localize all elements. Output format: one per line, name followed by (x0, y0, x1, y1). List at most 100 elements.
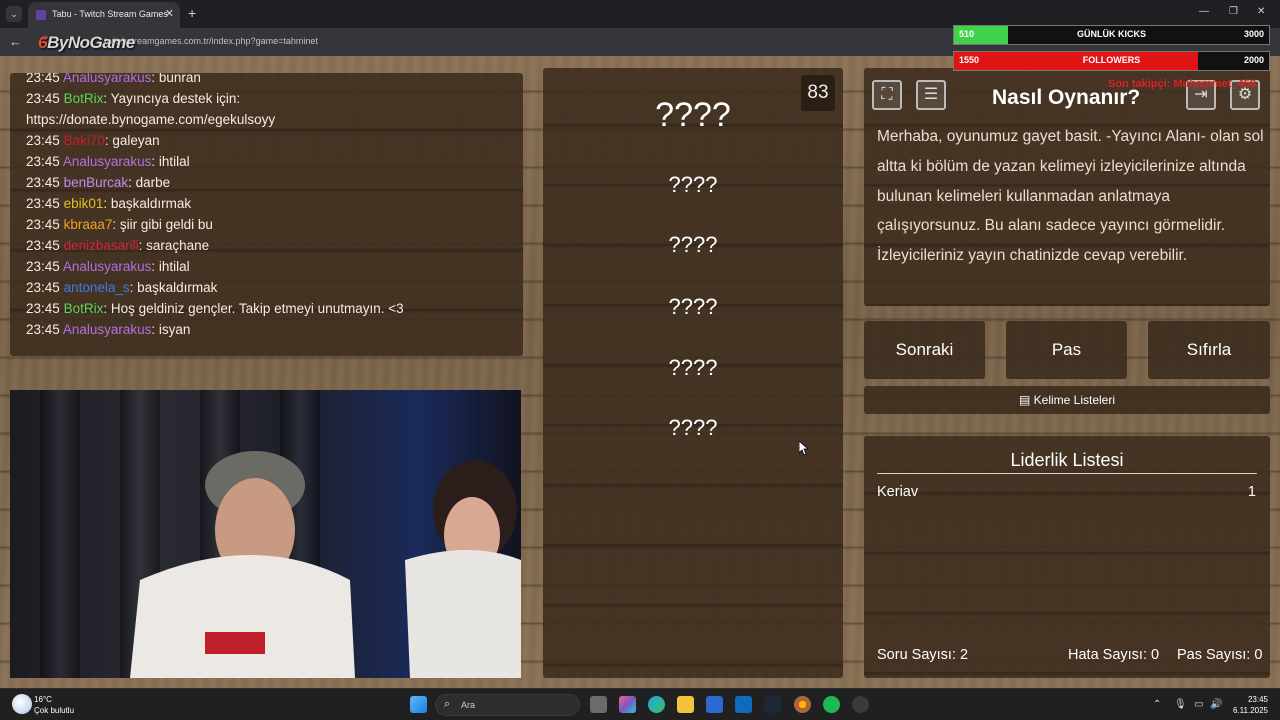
chat-username[interactable]: ebik01 (64, 196, 104, 211)
taskbar-clock[interactable]: 23:45 6.11.2025 (1233, 694, 1268, 716)
chat-username[interactable]: Analusyarakus (63, 154, 152, 169)
chat-message: 23:45 Analusyarakus: ihtilal (26, 151, 521, 172)
chat-timestamp: 23:45 (26, 301, 60, 316)
windows-start-icon[interactable] (410, 696, 427, 713)
chat-timestamp: 23:45 (26, 133, 60, 148)
browser-tab[interactable]: Tabu - Twitch Stream Games ✕ (28, 2, 180, 28)
minimize-icon[interactable]: — (1199, 6, 1209, 17)
chat-message: 23:45 Analusyarakus: isyan (26, 319, 521, 340)
next-button[interactable]: Sonraki (864, 321, 985, 379)
url-field[interactable]: twitchstreamgames.com.tr/index.php?game=… (104, 36, 318, 46)
chrome-icon[interactable] (794, 696, 811, 713)
edge-icon[interactable] (648, 696, 665, 713)
clock-time: 23:45 (1247, 695, 1268, 704)
chat-timestamp: 23:45 (26, 280, 60, 295)
tray-chevron-icon[interactable]: ⌃ (1153, 699, 1161, 710)
search-placeholder: Ara (461, 700, 476, 710)
chat-username[interactable]: BotRix (64, 91, 104, 106)
chat-text: : başkaldırmak (103, 196, 192, 211)
steam-icon[interactable] (764, 696, 781, 713)
restore-icon[interactable]: ❐ (1229, 6, 1238, 17)
chat-timestamp: 23:45 (26, 259, 60, 274)
weather-widget[interactable]: 16°C Çok bulutlu (34, 694, 74, 716)
close-window-icon[interactable]: ✕ (1257, 6, 1265, 17)
mic-icon[interactable]: 🎙 (1174, 699, 1187, 710)
leaderboard-entry-score: 1 (1247, 484, 1256, 500)
chat-username[interactable]: Analusyarakus (63, 322, 152, 337)
chat-text: https://donate.bynogame.com/egekulsoyy (26, 112, 276, 127)
chat-text: : galeyan (104, 133, 160, 148)
clock-date: 6.11.2025 (1233, 706, 1268, 715)
leaderboard-panel: Liderlik Listesi Keriav 1 Soru Sayısı: 2… (864, 436, 1270, 678)
weather-temp: 16°C (34, 695, 52, 704)
back-arrow-icon[interactable]: ← (9, 34, 22, 49)
kicks-goal-bar: 510 GÜNLÜK KICKS 3000 (953, 25, 1270, 45)
chat-text: : bunran (151, 73, 201, 85)
pass-button[interactable]: Pas (1006, 321, 1127, 379)
taskbar-search[interactable]: ⌕ Ara (435, 694, 580, 716)
reset-button[interactable]: Sıfırla (1148, 321, 1270, 379)
chat-message: 23:45 denizbasarili: saraçhane (26, 235, 521, 256)
chat-text: : Hoş geldiniz gençler. Takip etmeyi unu… (103, 301, 404, 316)
new-tab-icon[interactable]: + (188, 5, 196, 21)
chat-username[interactable]: Analusyarakus (63, 73, 152, 85)
list-icon: ▤ (1018, 393, 1031, 407)
chat-username[interactable]: kbraaa7 (64, 217, 113, 232)
spotify-icon[interactable] (823, 696, 840, 713)
close-tab-icon[interactable]: ✕ (165, 7, 174, 20)
chat-username[interactable]: Analusyarakus (63, 259, 152, 274)
twitch-favicon-icon (36, 10, 46, 20)
chat-timestamp: 23:45 (26, 196, 60, 211)
chat-timestamp: 23:45 (26, 73, 60, 85)
bynogame-logo: ϐByNoGame (38, 33, 135, 52)
chat-message: 23:45 ebik01: başkaldırmak (26, 193, 521, 214)
word-lists-button[interactable]: ▤ Kelime Listeleri (864, 386, 1270, 414)
chat-text: : ihtilal (151, 259, 190, 274)
chat-message: 23:45 BotRix: Hoş geldiniz gençler. Taki… (26, 298, 521, 319)
chat-username[interactable]: benBurcak (64, 175, 129, 190)
chat-message: 23:45 BotRix: Yayıncıya destek için: (26, 88, 521, 109)
store-icon[interactable] (706, 696, 723, 713)
how-to-play-text: Merhaba, oyunumuz gayet basit. -Yayıncı … (877, 128, 1264, 265)
chat-timestamp: 23:45 (26, 322, 60, 337)
pass-count: Pas Sayısı: 0 (1177, 647, 1263, 663)
forbidden-word: ???? (668, 172, 718, 197)
word-lists-label: Kelime Listeleri (1033, 393, 1116, 407)
followers-label: FOLLOWERS (1082, 55, 1141, 65)
forbidden-word: ???? (668, 355, 718, 380)
chat-text: : saraçhane (138, 238, 210, 253)
chat-username[interactable]: Baki70 (64, 133, 105, 148)
weather-icon[interactable] (12, 694, 32, 714)
chat-username[interactable]: BotRix (64, 301, 104, 316)
outlook-icon[interactable] (735, 696, 752, 713)
chat-message: 23:45 benBurcak: darbe (26, 172, 521, 193)
forbidden-word: ???? (668, 415, 718, 440)
question-count: Soru Sayısı: 2 (877, 647, 969, 663)
leaderboard-entry-name: Keriav (877, 484, 919, 500)
chat-username[interactable]: denizbasarili (64, 238, 139, 253)
windows-taskbar: 16°C Çok bulutlu ⌕ Ara ⌃ 🎙 ▭ 🔊 23:45 6.1… (0, 688, 1280, 720)
chat-username[interactable]: antonela_s (64, 280, 130, 295)
last-follower-text: Son takipçi: Muhammet_458 (1108, 78, 1256, 90)
chat-message: https://donate.bynogame.com/egekulsoyy (26, 109, 521, 130)
chat-message: 23:45 kbraaa7: şiir gibi geldi bu (26, 214, 521, 235)
chat-message: 23:45 Analusyarakus: bunran (26, 73, 521, 88)
task-view-icon[interactable] (590, 696, 607, 713)
network-icon[interactable]: ▭ (1194, 699, 1203, 710)
obs-icon[interactable] (852, 696, 869, 713)
document-icon[interactable]: ☰ (916, 80, 946, 110)
fullscreen-icon[interactable]: ⛶ (872, 80, 902, 110)
copilot-icon[interactable] (619, 696, 636, 713)
error-count: Hata Sayısı: 0 (1068, 647, 1160, 663)
main-word: ???? (655, 96, 731, 134)
kicks-goal: 3000 (1243, 29, 1264, 39)
chat-timestamp: 23:45 (26, 91, 60, 106)
followers-goal: 2000 (1243, 55, 1264, 65)
volume-icon[interactable]: 🔊 (1210, 699, 1222, 710)
file-explorer-icon[interactable] (677, 696, 694, 713)
leaderboard-title: Liderlik Listesi (1010, 450, 1124, 470)
chat-timestamp: 23:45 (26, 154, 60, 169)
tab-search-button[interactable]: ⌄ (6, 6, 22, 22)
search-icon: ⌕ (444, 698, 451, 710)
how-to-play-panel: ⛶ ☰ Nasıl Oynanır? ⇥ ⚙ Merhaba, oyunumuz… (864, 68, 1270, 306)
